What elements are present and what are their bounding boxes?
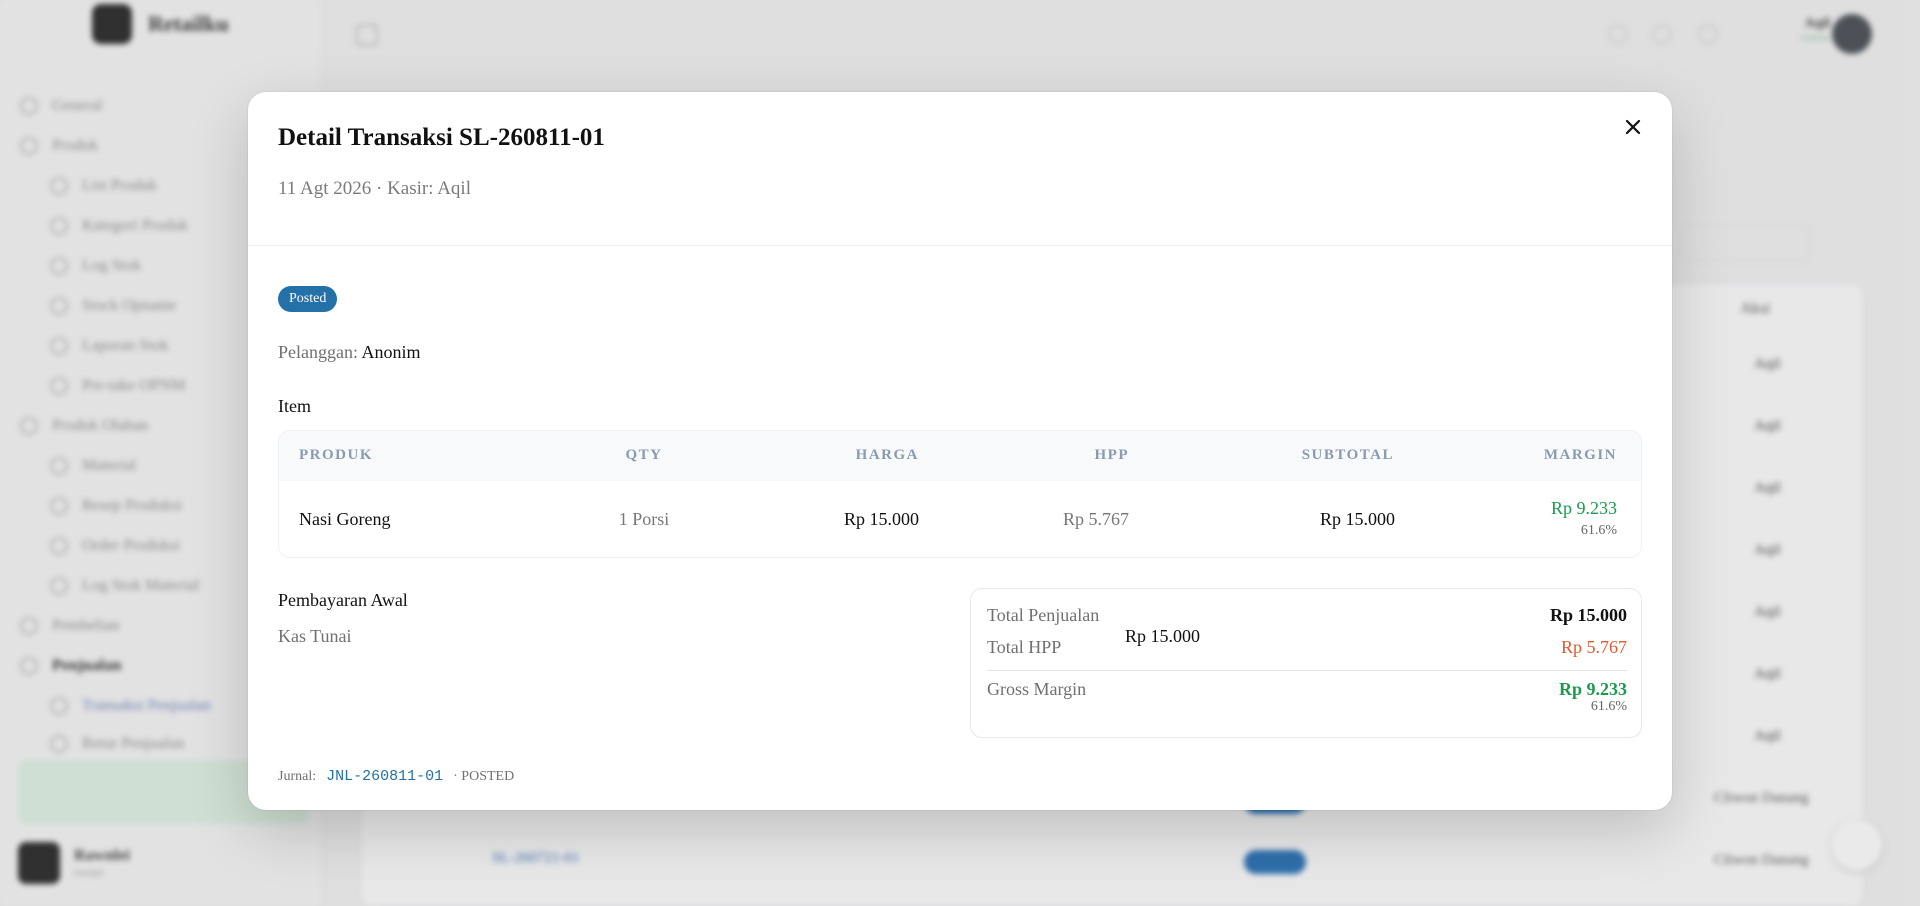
items-table-header: PRODUK QTY HARGA HPP SUBTOTAL MARGIN	[279, 431, 1641, 481]
close-button[interactable]	[1616, 110, 1650, 144]
column-header-qty: QTY	[625, 447, 663, 463]
journal-link[interactable]: JNL-260811-01	[326, 768, 443, 785]
payment-label: Pembayaran Awal	[278, 590, 408, 610]
items-section-label: Item	[278, 396, 311, 416]
customer-label: Pelanggan:	[278, 342, 358, 362]
cell-produk: Nasi Goreng	[299, 509, 391, 529]
journal-label: Jurnal:	[278, 769, 317, 784]
customer-info: Pelanggan: Anonim	[278, 342, 421, 363]
journal-info: Jurnal: JNL-260811-01 · POSTED	[278, 768, 514, 785]
summary-card: Total Penjualan Rp 15.000 Total HPP Rp 5…	[970, 588, 1642, 738]
column-header-harga: HARGA	[855, 447, 919, 463]
payment-method: Kas Tunai	[278, 626, 352, 646]
column-header-margin: MARGIN	[1543, 447, 1617, 463]
cell-margin: Rp 9.233	[1550, 498, 1617, 518]
cell-margin-pct: 61.6%	[1580, 523, 1617, 538]
cell-hpp: Rp 5.767	[1062, 509, 1129, 529]
total-hpp-value: Rp 5.767	[1560, 637, 1627, 657]
close-icon	[1625, 119, 1641, 135]
cell-subtotal: Rp 15.000	[1319, 509, 1395, 529]
total-penjualan-value: Rp 15.000	[1549, 605, 1627, 625]
customer-value: Anonim	[361, 342, 421, 362]
gross-margin-label: Gross Margin	[987, 679, 1087, 699]
total-hpp-label: Total HPP	[987, 637, 1062, 657]
modal-header: Detail Transaksi SL-260811-01 11 Agt 202…	[248, 92, 1672, 246]
gross-margin-value: Rp 9.233	[1558, 679, 1627, 699]
cell-harga: Rp 15.000	[843, 509, 919, 529]
summary-divider	[987, 670, 1627, 671]
transaction-detail-modal: Detail Transaksi SL-260811-01 11 Agt 202…	[248, 92, 1672, 810]
table-row: Nasi Goreng 1 Porsi Rp 15.000 Rp 5.767 R…	[279, 481, 1641, 557]
column-header-produk: PRODUK	[299, 447, 373, 463]
modal-subtitle: 11 Agt 2026 · Kasir: Aqil	[278, 178, 471, 199]
items-table: PRODUK QTY HARGA HPP SUBTOTAL MARGIN Nas…	[278, 430, 1642, 558]
gross-margin-pct: 61.6%	[1590, 699, 1627, 714]
modal-title: Detail Transaksi SL-260811-01	[278, 124, 605, 151]
column-header-subtotal: SUBTOTAL	[1301, 447, 1394, 463]
journal-status: · POSTED	[453, 769, 515, 784]
total-penjualan-label: Total Penjualan	[987, 605, 1100, 625]
cell-qty: 1 Porsi	[618, 509, 670, 529]
column-header-hpp: HPP	[1094, 447, 1129, 463]
status-badge: Posted	[278, 286, 338, 312]
